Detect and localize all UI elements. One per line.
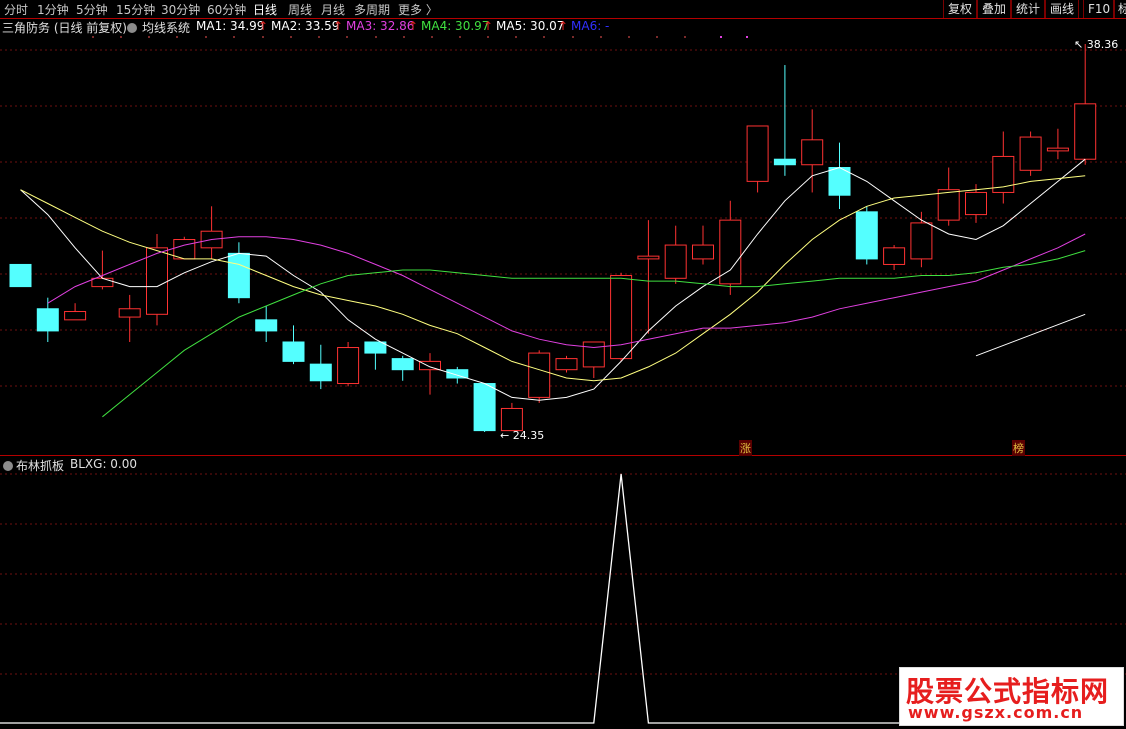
top-dot-1 [120, 36, 122, 38]
top-dot-8 [318, 36, 320, 38]
top-dot-18 [600, 36, 602, 38]
candle-body-12 [337, 347, 360, 385]
candle-body-11 [309, 363, 332, 382]
candle-body-29 [801, 139, 824, 166]
top-dot-21 [684, 36, 686, 38]
top-dot-20 [656, 36, 658, 38]
zhang-marker[interactable]: 涨 [739, 440, 752, 456]
candle-body-34 [937, 189, 960, 221]
candle-body-27 [746, 125, 769, 182]
top-dot-19 [628, 36, 630, 38]
low-price-label: ← 24.35 [500, 429, 545, 442]
candle-body-32 [883, 247, 906, 265]
top-dot-10 [375, 36, 377, 38]
bang-marker[interactable]: 榜 [1012, 440, 1025, 456]
candle-body-37 [1019, 136, 1042, 171]
candle-body-24 [664, 244, 687, 279]
top-dot-23 [746, 36, 748, 38]
top-dot-7 [290, 36, 292, 38]
ma1-line [20, 158, 1086, 401]
candle-body-38 [1046, 147, 1069, 152]
candle-body-20 [555, 358, 578, 371]
top-dot-2 [148, 36, 150, 38]
candle-body-31 [855, 211, 878, 260]
top-dot-16 [543, 36, 545, 38]
candle-body-16 [446, 369, 469, 379]
top-dot-15 [515, 36, 517, 38]
candle-body-6 [173, 239, 196, 260]
candle-body-23 [637, 255, 660, 260]
top-dot-14 [487, 36, 489, 38]
candle-body-10 [282, 341, 305, 362]
candle-body-1 [36, 308, 59, 332]
candle-body-0 [9, 263, 32, 288]
top-dot-17 [572, 36, 574, 38]
candle-body-33 [910, 222, 933, 260]
ma5-line [975, 313, 1086, 357]
top-dot-4 [205, 36, 207, 38]
candle-body-17 [473, 383, 496, 432]
candle-body-35 [965, 191, 987, 216]
high-price-label: ↖ 38.36 [1074, 38, 1119, 51]
candle-body-14 [391, 358, 414, 371]
candle-body-8 [227, 252, 250, 299]
top-dot-3 [176, 36, 178, 38]
candle-body-18 [500, 407, 523, 432]
top-dot-5 [233, 36, 235, 38]
site-watermark: 股票公式指标网 www.gszx.com.cn [899, 667, 1124, 726]
candle-body-9 [255, 319, 278, 332]
candle-body-25 [692, 244, 714, 260]
candle-body-5 [146, 247, 168, 315]
candle-body-19 [528, 352, 551, 398]
top-dot-12 [431, 36, 433, 38]
candle-body-4 [118, 308, 141, 318]
candle-body-3 [91, 277, 114, 288]
candle-body-28 [773, 158, 796, 166]
top-dot-11 [403, 36, 405, 38]
candle-body-21 [582, 341, 605, 368]
top-dot-22 [720, 36, 722, 38]
watermark-url: www.gszx.com.cn [908, 703, 1084, 722]
candle-body-39 [1074, 103, 1097, 160]
top-dot-13 [459, 36, 461, 38]
candle-body-22 [610, 275, 633, 360]
top-dot-6 [262, 36, 264, 38]
top-dot-0 [92, 36, 94, 38]
candle-body-13 [364, 341, 387, 354]
candle-body-2 [64, 311, 87, 321]
top-dot-9 [346, 36, 348, 38]
kline-chart[interactable] [0, 0, 1126, 729]
